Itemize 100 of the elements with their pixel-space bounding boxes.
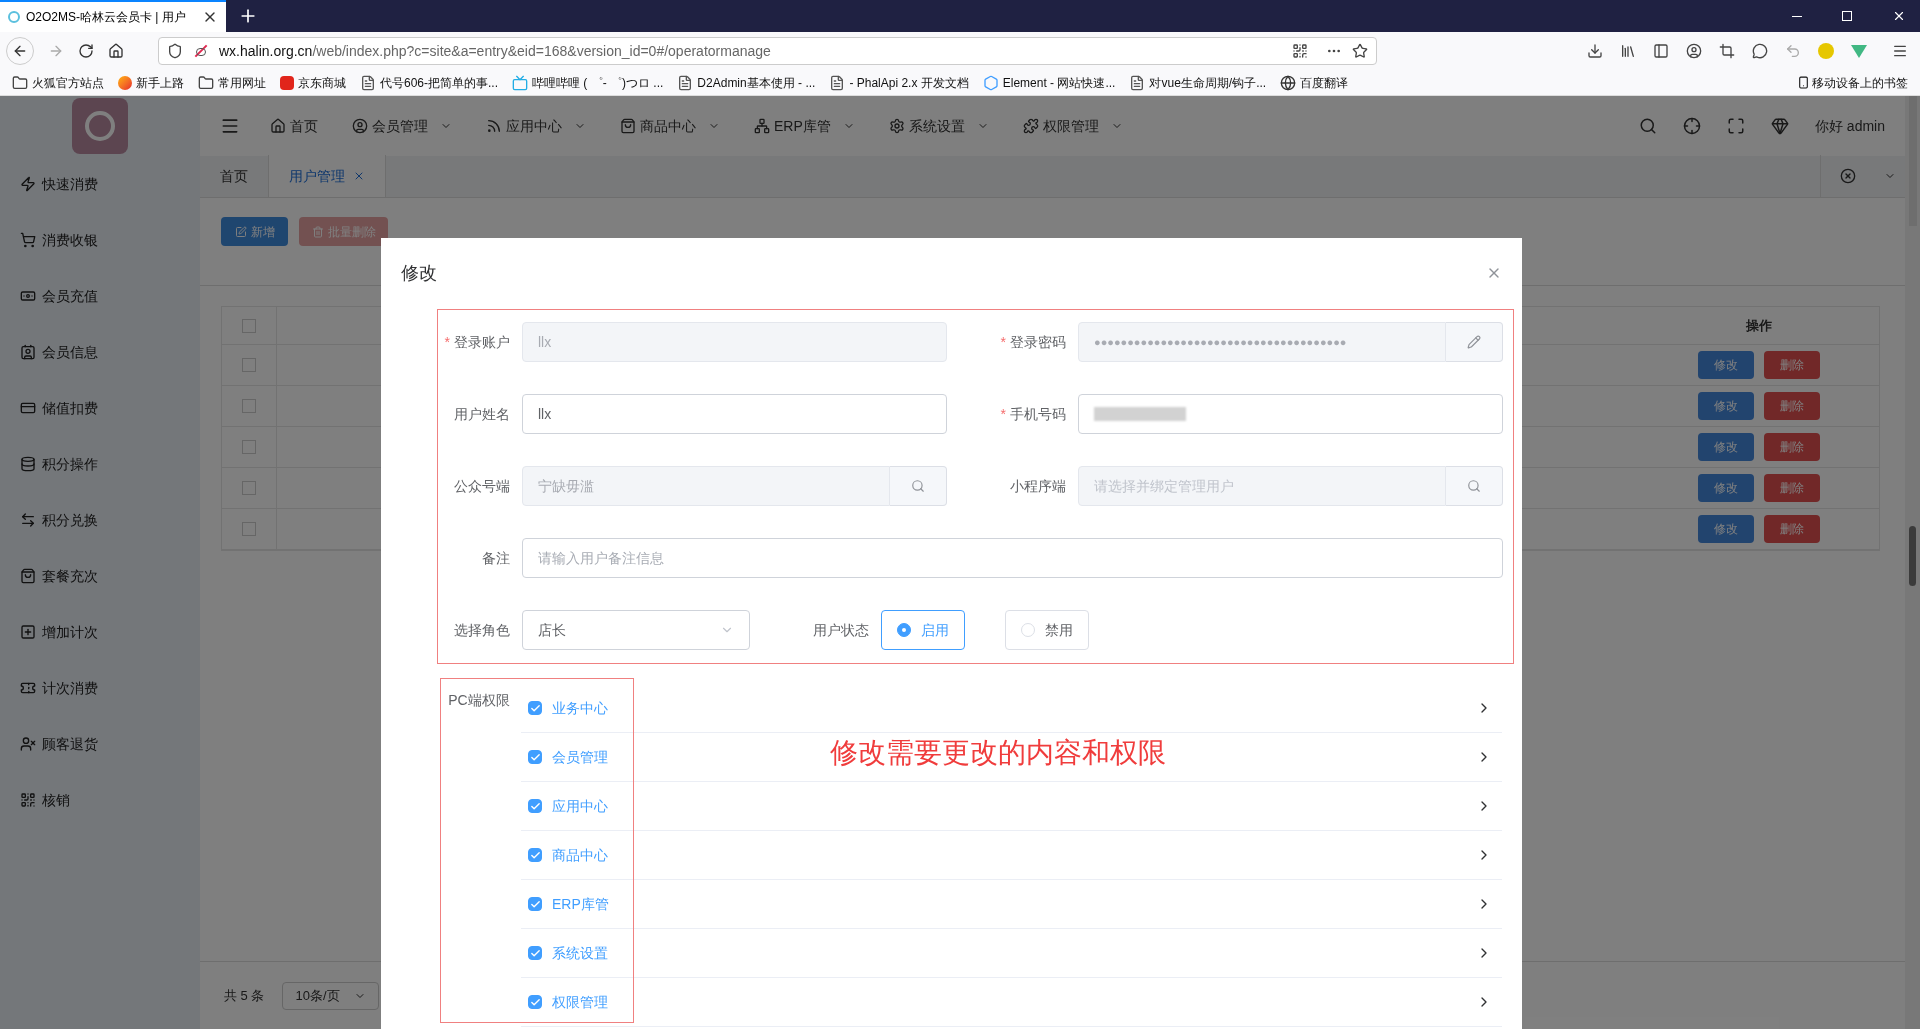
sidebar-item[interactable]: 积分操作 xyxy=(0,436,200,492)
permission-row[interactable]: 权限管理 xyxy=(521,978,1502,1027)
fullscreen-icon[interactable] xyxy=(1726,117,1745,135)
permission-checkbox[interactable] xyxy=(528,701,542,715)
bookmark[interactable]: 哔哩哔哩 ( ゜- ゜)つロ ... xyxy=(532,73,664,92)
row-checkbox[interactable] xyxy=(242,522,256,536)
bookmark[interactable]: 火狐官方站点 xyxy=(32,73,104,92)
radio-option[interactable]: 禁用 xyxy=(1005,610,1089,650)
star-icon[interactable] xyxy=(1352,43,1368,59)
page-size-select[interactable]: 10条/页 xyxy=(282,981,380,1010)
row-checkbox[interactable] xyxy=(242,440,256,454)
sidebar-item[interactable]: 套餐充次 xyxy=(0,548,200,604)
bookmark[interactable]: 移动设备上的书签 xyxy=(1812,73,1908,92)
delete-button[interactable]: 删除 xyxy=(1764,474,1820,502)
field-value: llx xyxy=(538,332,552,352)
account-icon[interactable] xyxy=(1686,43,1702,59)
sidebar-item[interactable]: 积分兑换 xyxy=(0,492,200,548)
row-checkbox[interactable] xyxy=(242,399,256,413)
text-field[interactable]: llx xyxy=(522,394,947,434)
chat-icon[interactable] xyxy=(1752,43,1768,59)
nav-item[interactable]: 应用中心 xyxy=(486,115,586,137)
sidebar-item[interactable]: 储值扣费 xyxy=(0,380,200,436)
permission-checkbox[interactable] xyxy=(528,995,542,1009)
delete-button[interactable]: 删除 xyxy=(1764,351,1820,379)
radio-option[interactable]: 启用 xyxy=(881,610,965,650)
close-icon[interactable] xyxy=(1892,9,1906,23)
permission-row[interactable]: 业务中心 xyxy=(521,684,1502,733)
permission-row[interactable]: 会员管理 修改需要更改的内容和权限 xyxy=(521,733,1502,782)
edit-button[interactable]: 修改 xyxy=(1698,474,1754,502)
page-tab[interactable]: 用户管理 xyxy=(269,155,386,197)
bookmark[interactable]: - PhalApi 2.x 开发文档 xyxy=(849,73,969,92)
bookmark[interactable]: 百度翻译 xyxy=(1300,73,1349,92)
permission-checkbox[interactable] xyxy=(528,799,542,813)
remark-field[interactable]: 请输入用户备注信息 xyxy=(522,538,1503,578)
crop-icon[interactable] xyxy=(1719,43,1735,59)
home-icon[interactable] xyxy=(108,43,124,59)
delete-button[interactable]: 删除 xyxy=(1764,515,1820,543)
user-greeting[interactable]: 你好 admin xyxy=(1814,115,1885,137)
row-checkbox[interactable] xyxy=(242,358,256,372)
logo xyxy=(72,98,128,154)
minimize-icon[interactable] xyxy=(1792,15,1802,17)
nav-item[interactable]: 会员管理 xyxy=(352,115,452,137)
sidebar-item[interactable]: 顾客退货 xyxy=(0,716,200,772)
nav-item[interactable]: 系统设置 xyxy=(888,115,989,137)
library-icon[interactable] xyxy=(1620,43,1636,59)
permission-label: ERP库管 xyxy=(552,894,609,914)
permission-row[interactable]: 系统设置 xyxy=(521,929,1502,978)
nav-item[interactable]: ERP库管 xyxy=(754,115,855,137)
sidebar-item[interactable]: 核销 xyxy=(0,772,200,828)
permission-checkbox[interactable] xyxy=(528,946,542,960)
edit-button[interactable]: 修改 xyxy=(1698,515,1754,543)
download-icon[interactable] xyxy=(1587,43,1603,59)
permission-row[interactable]: ERP库管 xyxy=(521,880,1502,929)
bookmark[interactable]: 新手上路 xyxy=(136,73,184,92)
address-bar[interactable]: wx.halin.org.cn/web/index.php?c=site&a=entry&eid=168&version_id=0#/operatormanage xyxy=(158,37,1377,65)
target-icon[interactable] xyxy=(1682,117,1701,135)
text-field[interactable] xyxy=(1078,394,1503,434)
close-all-icon[interactable] xyxy=(1840,168,1856,184)
search-icon[interactable] xyxy=(1638,117,1657,135)
row-checkbox[interactable] xyxy=(242,481,256,495)
edit-button[interactable]: 修改 xyxy=(1698,433,1754,461)
permission-checkbox[interactable] xyxy=(528,848,542,862)
menu-icon[interactable] xyxy=(1892,43,1908,59)
delete-button[interactable]: 删除 xyxy=(1764,392,1820,420)
permission-checkbox[interactable] xyxy=(528,750,542,764)
nav-item[interactable]: 首页 xyxy=(270,115,318,137)
nav-item-icon xyxy=(352,118,368,134)
delete-button[interactable]: 删除 xyxy=(1764,433,1820,461)
permission-row[interactable]: 应用中心 xyxy=(521,782,1502,831)
browser-tab[interactable]: O2O2MS-哈林云会员卡 | 用户 xyxy=(0,0,226,32)
permission-checkbox[interactable] xyxy=(528,897,542,911)
vue-extension-icon[interactable] xyxy=(1851,44,1867,58)
add-button[interactable]: 新增 xyxy=(221,217,288,246)
sidebar-item[interactable]: 快速消费 xyxy=(0,156,200,212)
select-field[interactable]: 店长 xyxy=(522,610,750,650)
bookmark[interactable]: 常用网址 xyxy=(218,73,266,92)
bookmark[interactable]: 代号606-把简单的事... xyxy=(380,73,499,92)
select-all-checkbox[interactable] xyxy=(242,318,256,333)
bookmark[interactable]: 京东商城 xyxy=(298,73,346,92)
sidebar-item[interactable]: 增加计次 xyxy=(0,604,200,660)
menu-icon[interactable] xyxy=(220,116,240,136)
sidebar-item[interactable]: 计次消费 xyxy=(0,660,200,716)
sidebar-icon[interactable] xyxy=(1653,43,1669,59)
nav-item[interactable]: 权限管理 xyxy=(1022,115,1123,137)
edit-button[interactable]: 修改 xyxy=(1698,392,1754,420)
page-icon xyxy=(1129,74,1146,91)
sidebar-item[interactable]: 会员充值 xyxy=(0,268,200,324)
edit-button[interactable]: 修改 xyxy=(1698,351,1754,379)
bookmark[interactable]: 对vue生命周期/钩子... xyxy=(1149,73,1267,92)
bookmark[interactable]: Element - 网站快速... xyxy=(1002,73,1116,92)
qr-code-icon[interactable] xyxy=(1292,43,1308,59)
permission-row[interactable]: 商品中心 xyxy=(521,831,1502,880)
gem-icon[interactable] xyxy=(1770,117,1789,135)
sidebar-item[interactable]: 消费收银 xyxy=(0,212,200,268)
nav-item[interactable]: 商品中心 xyxy=(620,115,720,137)
field-label: 选择角色 xyxy=(454,620,510,640)
sidebar-item[interactable]: 会员信息 xyxy=(0,324,200,380)
restore-icon[interactable] xyxy=(1842,11,1852,21)
bookmark[interactable]: D2Admin基本使用 - ... xyxy=(697,73,816,92)
reload-icon[interactable] xyxy=(78,43,94,59)
